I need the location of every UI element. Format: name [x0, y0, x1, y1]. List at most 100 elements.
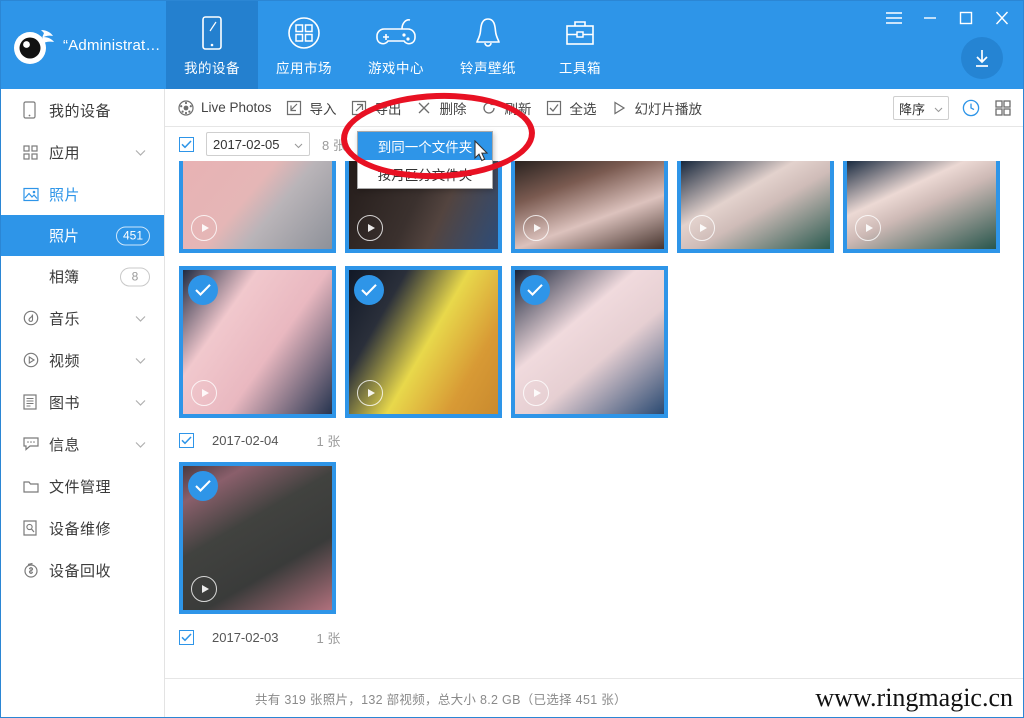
sort-order-select[interactable]: 降序: [893, 96, 949, 120]
sidebar-item-music[interactable]: 音乐: [1, 297, 164, 339]
main-nav: 我的设备 应用市场 游戏中心 铃声壁纸 工具箱: [166, 1, 626, 89]
nav-item-ringtone-wallpaper[interactable]: 铃声壁纸: [442, 1, 534, 89]
group-header: 2017-02-05 8 张: [165, 127, 1023, 161]
watermark: www.ringmagic.cn: [815, 683, 1013, 712]
maximize-icon[interactable]: [955, 7, 977, 29]
video-play-icon: [523, 380, 549, 406]
account-menu[interactable]: “Administrat…: [63, 37, 177, 54]
toolbar-label: 导入: [309, 101, 337, 117]
sidebar-item-apps[interactable]: 应用: [1, 131, 164, 173]
toolbar-label: 全选: [569, 101, 597, 117]
brand-zone: “Administrat…: [1, 1, 177, 89]
folder-icon: [23, 479, 49, 493]
close-icon[interactable]: [991, 7, 1013, 29]
group-date-label: 2017-02-04: [212, 432, 279, 448]
sidebar-item-video[interactable]: 视频: [1, 339, 164, 381]
bell-icon: [472, 13, 504, 51]
thumbnail-item[interactable]: [179, 161, 336, 253]
video-play-icon: [523, 215, 549, 241]
chevron-down-icon: [135, 352, 146, 369]
video-play-icon: [191, 380, 217, 406]
sidebar-subitem-albums[interactable]: 相簿 8: [1, 256, 164, 297]
nav-label: 应用市场: [276, 61, 332, 76]
clock-icon[interactable]: [961, 98, 981, 118]
sidebar-subitem-label: 相簿: [49, 269, 80, 286]
play-triangle-icon: [611, 99, 628, 116]
group-date-select[interactable]: 2017-02-05: [206, 132, 310, 156]
nav-item-app-store[interactable]: 应用市场: [258, 1, 350, 89]
nav-label: 我的设备: [184, 61, 240, 76]
download-arrow-icon[interactable]: [961, 37, 1003, 79]
import-button[interactable]: 导入: [286, 98, 337, 118]
sidebar-item-device-recycle[interactable]: 设备回收: [1, 549, 164, 591]
sidebar-item-my-device[interactable]: 我的设备: [1, 89, 164, 131]
thumbnail-item[interactable]: [677, 161, 834, 253]
sidebar-item-file-manager[interactable]: 文件管理: [1, 465, 164, 507]
toolbar-label: 刷新: [504, 101, 532, 117]
content-area: Live Photos 导入 导出 删除 刷新 全选 幻灯片播放 降序 2017…: [165, 89, 1023, 717]
export-button[interactable]: 导出: [351, 98, 402, 118]
group-count: 8 张: [322, 137, 346, 153]
sidebar-item-books[interactable]: 图书: [1, 381, 164, 423]
hamburger-menu-icon[interactable]: [883, 7, 905, 29]
thumbnail-item[interactable]: [179, 462, 336, 614]
toolbox-icon: [563, 13, 597, 51]
group-checkbox[interactable]: [179, 432, 194, 448]
live-photos-button[interactable]: Live Photos: [177, 99, 272, 116]
sidebar-subitem-photos[interactable]: 照片 451: [1, 215, 164, 256]
sidebar-item-photos[interactable]: 照片: [1, 173, 164, 215]
photos-count-badge: 451: [115, 226, 150, 245]
menu-item-label: 到同一个文件夹: [377, 140, 473, 155]
select-all-checkbox-icon: [546, 99, 563, 116]
vertical-scrollbar[interactable]: [1018, 127, 1023, 679]
sidebar-item-label: 应用: [49, 144, 81, 162]
toolbar-label: Live Photos: [201, 100, 272, 115]
music-icon: [23, 310, 49, 326]
thumbnail-item[interactable]: [179, 266, 336, 418]
sidebar-item-label: 文件管理: [49, 478, 112, 496]
thumbnail-item[interactable]: [511, 266, 668, 418]
import-icon: [286, 99, 303, 116]
itools-window: “Administrat… 我的设备 应用市场 游戏中心 铃声壁纸 工具箱 我的…: [0, 0, 1024, 718]
toolbar-right-controls: 降序: [893, 89, 1013, 127]
group-checkbox[interactable]: [179, 629, 194, 645]
grid-view-icon[interactable]: [993, 98, 1013, 118]
nav-item-my-device[interactable]: 我的设备: [166, 1, 258, 89]
thumbnail-item[interactable]: [345, 266, 502, 418]
gamepad-icon: [375, 13, 417, 51]
thumbnail-row: [165, 161, 1023, 253]
menu-item-same-folder[interactable]: 到同一个文件夹: [358, 132, 492, 160]
message-icon: [23, 437, 49, 451]
sidebar-item-messages[interactable]: 信息: [1, 423, 164, 465]
slideshow-button[interactable]: 幻灯片播放: [611, 98, 702, 118]
select-all-button[interactable]: 全选: [546, 98, 597, 118]
video-icon: [23, 352, 49, 368]
chevron-down-icon: [135, 310, 146, 327]
nav-item-game-center[interactable]: 游戏中心: [350, 1, 442, 89]
video-play-icon: [191, 215, 217, 241]
delete-x-icon: [416, 99, 433, 116]
group-date-label: 2017-02-03: [212, 629, 279, 645]
photo-gallery[interactable]: 2017-02-05 8 张 2017-02-04 1 张 2017-02-03…: [165, 127, 1023, 679]
group-checkbox[interactable]: [179, 136, 194, 152]
group-header: 2017-02-04 1 张: [165, 418, 1023, 462]
sidebar-item-device-repair[interactable]: 设备维修: [1, 507, 164, 549]
nav-item-toolbox[interactable]: 工具箱: [534, 1, 626, 89]
sidebar-item-label: 设备维修: [49, 520, 112, 538]
video-play-icon: [357, 215, 383, 241]
sidebar-item-label: 设备回收: [49, 562, 112, 580]
status-bar: 共有 319 张照片，132 部视频，总大小 8.2 GB（已选择 451 张）…: [165, 678, 1023, 717]
mouse-cursor: [474, 140, 489, 162]
minimize-icon[interactable]: [919, 7, 941, 29]
delete-button[interactable]: 删除: [416, 98, 467, 118]
status-text: 共有 319 张照片，132 部视频，总大小 8.2 GB（已选择 451 张）: [255, 692, 627, 707]
menu-item-by-month-folder[interactable]: 按月区分文件夹: [358, 160, 492, 188]
nav-label: 铃声壁纸: [460, 61, 516, 76]
refresh-button[interactable]: 刷新: [481, 98, 532, 118]
group-date-label: 2017-02-05: [213, 136, 280, 152]
thumbnail-item[interactable]: [843, 161, 1000, 253]
device-icon: [199, 13, 225, 51]
thumbnail-item[interactable]: [511, 161, 668, 253]
selected-check-badge: [188, 471, 218, 501]
chevron-down-icon: [934, 101, 943, 116]
